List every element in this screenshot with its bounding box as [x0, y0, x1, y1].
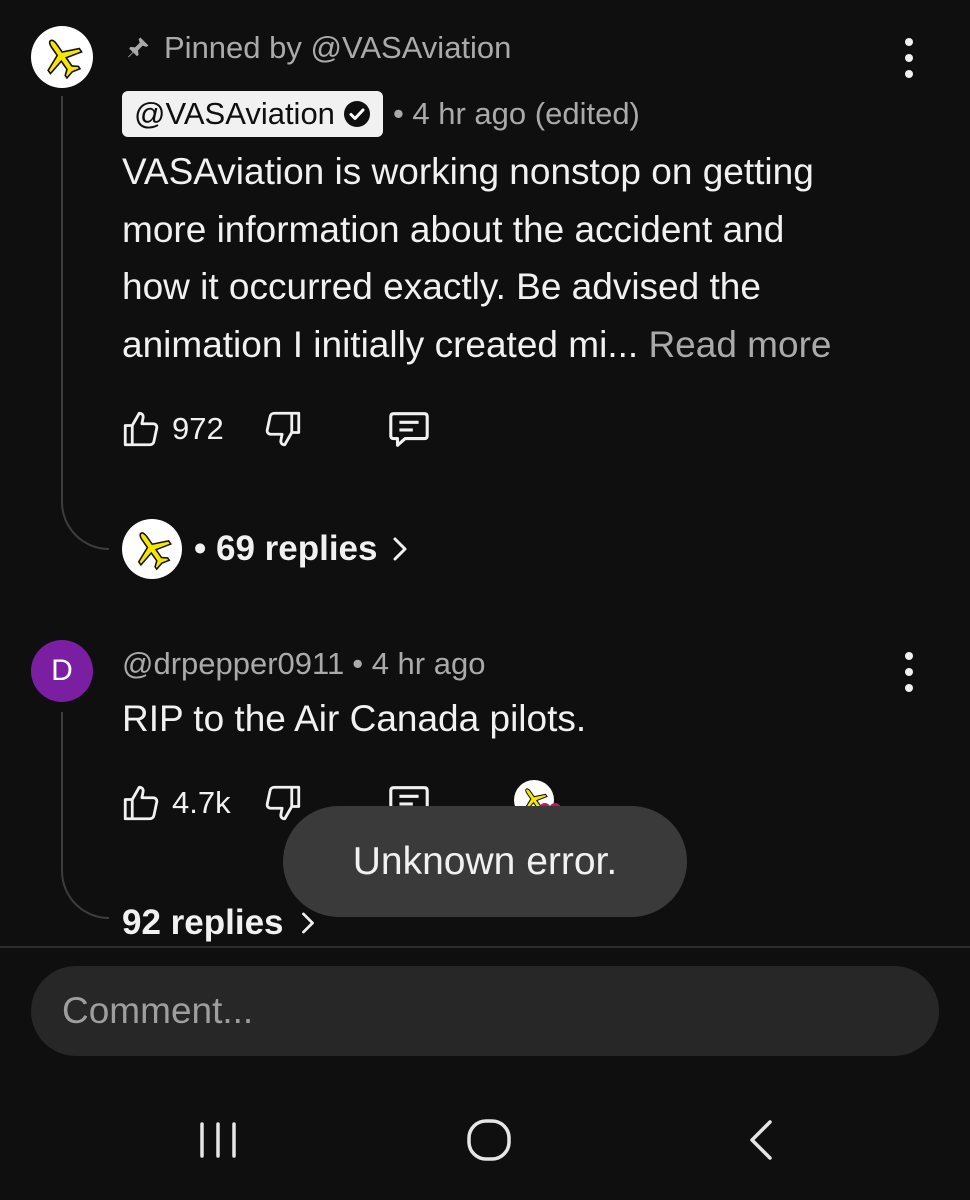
comment-body: VASAviation is working nonstop on gettin…	[122, 143, 922, 373]
thread-line	[61, 96, 109, 550]
comment-header: @VASAviation • 4 hr ago (edited)	[122, 90, 640, 138]
recent-apps-icon[interactable]	[196, 1120, 240, 1160]
thumbs-up-icon	[123, 785, 159, 821]
pin-icon	[128, 37, 149, 58]
back-icon[interactable]	[744, 1118, 778, 1162]
comment-body: RIP to the Air Canada pilots.	[122, 698, 587, 739]
pinned-label: Pinned by @VASAviation	[124, 28, 511, 68]
author-name: @VASAviation	[134, 96, 335, 131]
comment-line-last: animation I initially created mi... Read…	[122, 316, 922, 374]
author-chip[interactable]: @VASAviation	[122, 91, 383, 137]
thread-line	[61, 712, 109, 919]
more-dot	[905, 70, 913, 78]
comment-header: @drpepper0911 • 4 hr ago	[122, 642, 485, 686]
comment-line: how it occurred exactly. Be advised the	[122, 266, 761, 307]
read-more-link[interactable]: Read more	[648, 324, 831, 365]
chevron-right-icon	[301, 912, 314, 934]
like-count: 972	[172, 411, 224, 446]
vasaviation-avatar[interactable]	[31, 26, 93, 88]
comment-time: • 4 hr ago (edited)	[392, 96, 640, 131]
more-dot	[905, 668, 913, 676]
user-avatar[interactable]: D	[31, 640, 93, 702]
replies-link[interactable]: 92 replies	[122, 900, 318, 946]
comment-line-truncated: animation I initially created mi...	[122, 323, 639, 365]
author-name[interactable]: @drpepper0911	[122, 646, 344, 682]
verified-check-icon	[343, 101, 370, 127]
comment-time: • 4 hr ago	[352, 646, 486, 681]
more-dot	[905, 684, 913, 692]
replies-link[interactable]: • 69 replies	[122, 518, 411, 580]
chevron-right-icon	[393, 537, 407, 561]
system-nav-bar	[0, 1078, 970, 1200]
dislike-button[interactable]	[262, 408, 304, 455]
home-icon[interactable]	[466, 1118, 512, 1162]
pinned-by-text: Pinned by @VASAviation	[164, 30, 512, 65]
more-dot	[905, 54, 913, 62]
thumbs-down-icon	[265, 785, 301, 821]
comment-more-button[interactable]	[899, 652, 919, 692]
thumbs-up-icon	[123, 411, 159, 447]
comment-more-button[interactable]	[899, 38, 919, 78]
comment-line: more information about the accident and	[122, 208, 785, 250]
replies-count: • 69 replies	[194, 529, 378, 568]
more-vert-icon	[905, 38, 913, 46]
toast-text: Unknown error.	[352, 839, 618, 883]
replies-count: 92 replies	[122, 903, 284, 942]
like-count: 4.7k	[172, 785, 231, 820]
airplane-logo-icon	[137, 532, 172, 571]
error-toast: Unknown error.	[283, 806, 687, 917]
creator-reply-avatar	[122, 519, 182, 579]
comment-placeholder: Comment...	[62, 990, 254, 1031]
airplane-logo-icon	[47, 39, 83, 80]
composer-bar: Comment...	[0, 948, 970, 1078]
comment-icon	[389, 412, 429, 447]
more-vert-icon	[905, 652, 913, 660]
like-button[interactable]: 972	[120, 406, 224, 452]
thumbs-down-icon	[265, 411, 301, 447]
comment-input[interactable]: Comment...	[31, 966, 939, 1056]
like-button[interactable]: 4.7k	[120, 780, 231, 826]
comment-line: VASAviation is working nonstop on gettin…	[122, 151, 814, 192]
reply-button[interactable]	[386, 406, 432, 457]
avatar-letter: D	[51, 654, 73, 687]
